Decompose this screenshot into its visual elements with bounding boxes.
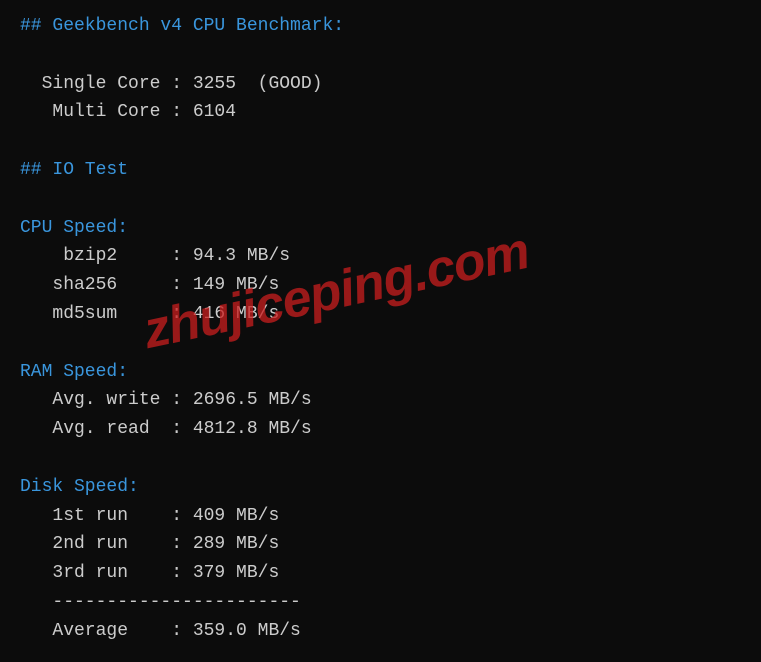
disk-run1-row: 1st run : 409 MB/s [20, 502, 741, 531]
blank-line [20, 41, 741, 70]
io-test-heading: ## IO Test [20, 156, 741, 185]
blank-line [20, 444, 741, 473]
disk-run1-label: 1st run : [20, 506, 193, 526]
disk-run2-value: 289 MB/s [193, 534, 279, 554]
bzip2-label: bzip2 : [20, 246, 193, 266]
ram-write-label: Avg. write : [20, 390, 193, 410]
disk-run3-label: 3rd run : [20, 563, 193, 583]
multi-core-row: Multi Core : 6104 [20, 98, 741, 127]
ram-read-row: Avg. read : 4812.8 MB/s [20, 415, 741, 444]
bzip2-value: 94.3 MB/s [193, 246, 290, 266]
disk-avg-row: Average : 359.0 MB/s [20, 617, 741, 646]
sha256-row: sha256 : 149 MB/s [20, 271, 741, 300]
cpu-speed-heading: CPU Speed: [20, 214, 741, 243]
disk-run2-row: 2nd run : 289 MB/s [20, 530, 741, 559]
single-core-row: Single Core : 3255 (GOOD) [20, 70, 741, 99]
md5sum-label: md5sum : [20, 304, 193, 324]
blank-line [20, 127, 741, 156]
md5sum-row: md5sum : 416 MB/s [20, 300, 741, 329]
disk-avg-value: 359.0 MB/s [193, 621, 301, 641]
geekbench-heading: ## Geekbench v4 CPU Benchmark: [20, 12, 741, 41]
sha256-label: sha256 : [20, 275, 193, 295]
single-core-value: 3255 (GOOD) [193, 74, 323, 94]
ram-write-value: 2696.5 MB/s [193, 390, 312, 410]
single-core-label: Single Core : [20, 74, 193, 94]
blank-line [20, 329, 741, 358]
disk-divider: ----------------------- [20, 588, 741, 617]
ram-read-label: Avg. read : [20, 419, 193, 439]
ram-write-row: Avg. write : 2696.5 MB/s [20, 386, 741, 415]
multi-core-label: Multi Core : [20, 102, 193, 122]
ram-read-value: 4812.8 MB/s [193, 419, 312, 439]
disk-speed-heading: Disk Speed: [20, 473, 741, 502]
sha256-value: 149 MB/s [193, 275, 279, 295]
ram-speed-heading: RAM Speed: [20, 358, 741, 387]
disk-run3-value: 379 MB/s [193, 563, 279, 583]
disk-run2-label: 2nd run : [20, 534, 193, 554]
multi-core-value: 6104 [193, 102, 236, 122]
disk-avg-label: Average : [20, 621, 193, 641]
blank-line [20, 185, 741, 214]
bzip2-row: bzip2 : 94.3 MB/s [20, 242, 741, 271]
md5sum-value: 416 MB/s [193, 304, 279, 324]
disk-run3-row: 3rd run : 379 MB/s [20, 559, 741, 588]
disk-run1-value: 409 MB/s [193, 506, 279, 526]
